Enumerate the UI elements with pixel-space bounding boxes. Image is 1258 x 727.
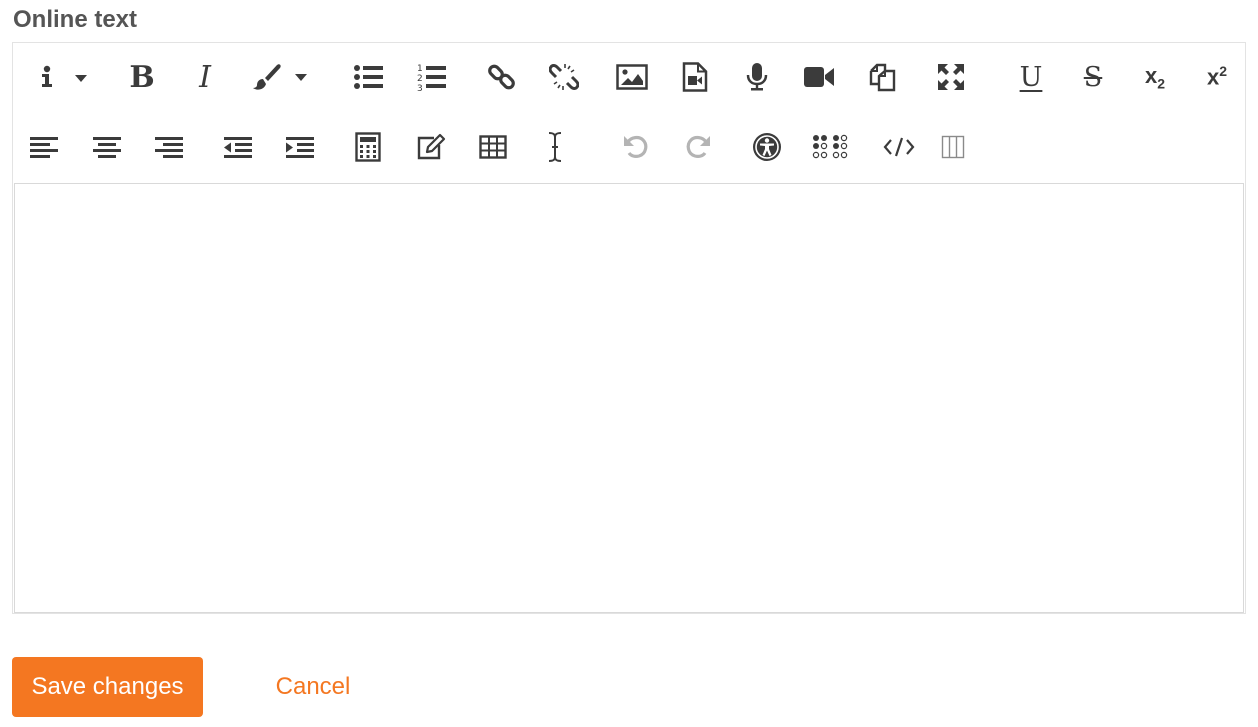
braille-icon xyxy=(812,134,848,159)
save-changes-button[interactable]: Save changes xyxy=(12,657,203,717)
unordered-list-button[interactable] xyxy=(347,55,391,99)
align-center-button[interactable] xyxy=(85,125,129,169)
video-camera-icon xyxy=(804,67,834,87)
font-color-dropdown-button[interactable] xyxy=(245,55,315,99)
align-left-button[interactable] xyxy=(22,125,66,169)
manage-files-button[interactable] xyxy=(409,125,453,169)
insert-image-button[interactable] xyxy=(610,55,654,99)
indent-icon xyxy=(286,137,314,158)
subscript-button[interactable]: x2 xyxy=(1133,55,1177,99)
outdent-icon xyxy=(224,137,252,158)
link-icon xyxy=(488,64,515,90)
expand-icon xyxy=(938,64,964,90)
accessibility-checker-button[interactable] xyxy=(745,125,789,169)
redo-icon xyxy=(686,135,710,158)
strikethrough-icon: S xyxy=(1083,61,1103,93)
equation-editor-button[interactable] xyxy=(346,125,390,169)
superscript-base: x xyxy=(1206,64,1220,90)
svg-text:3: 3 xyxy=(417,84,423,92)
subscript-icon: x2 xyxy=(1145,63,1165,91)
special-character-button[interactable] xyxy=(533,125,577,169)
screenreader-helper-button[interactable] xyxy=(808,125,852,169)
text-cursor-icon xyxy=(548,132,562,162)
calculator-icon xyxy=(355,132,381,162)
toggle-columns-button[interactable] xyxy=(931,125,975,169)
svg-text:1: 1 xyxy=(417,64,423,74)
strikethrough-button[interactable]: S xyxy=(1071,55,1115,99)
fullscreen-button[interactable] xyxy=(929,55,973,99)
cancel-button[interactable]: Cancel xyxy=(268,657,358,717)
underline-button[interactable]: U xyxy=(1009,55,1053,99)
align-right-button[interactable] xyxy=(147,125,191,169)
unlink-button[interactable] xyxy=(542,55,586,99)
italic-button[interactable]: I xyxy=(183,55,227,99)
redo-button[interactable] xyxy=(676,125,720,169)
field-label: Online text xyxy=(13,6,138,33)
code-icon xyxy=(883,137,915,157)
columns-icon xyxy=(941,135,965,159)
table-icon xyxy=(479,135,507,159)
superscript-icon: x2 xyxy=(1207,63,1227,90)
ordered-list-button[interactable]: 1 2 3 xyxy=(410,55,454,99)
numbered-list-icon: 1 2 3 xyxy=(417,64,446,92)
indent-button[interactable] xyxy=(278,125,322,169)
accessibility-icon xyxy=(753,133,781,161)
paintbrush-icon xyxy=(253,64,307,90)
superscript-index: 2 xyxy=(1219,63,1228,80)
info-icon xyxy=(42,65,87,87)
superscript-button[interactable]: x2 xyxy=(1195,55,1239,99)
table-button[interactable] xyxy=(471,125,515,169)
svg-text:2: 2 xyxy=(417,74,423,84)
outdent-button[interactable] xyxy=(216,125,260,169)
align-right-icon xyxy=(155,137,183,158)
image-icon xyxy=(616,64,648,90)
underline-icon: U xyxy=(1019,61,1043,93)
subscript-index: 2 xyxy=(1157,75,1166,92)
align-center-icon xyxy=(93,137,121,158)
bold-icon: B xyxy=(129,59,155,95)
undo-icon xyxy=(624,135,648,158)
media-file-icon xyxy=(682,62,708,92)
editor-content-area[interactable] xyxy=(14,183,1244,613)
link-button[interactable] xyxy=(480,55,524,99)
bullet-list-icon xyxy=(354,65,383,89)
subscript-base: x xyxy=(1144,62,1158,88)
record-video-button[interactable] xyxy=(797,55,841,99)
insert-media-button[interactable] xyxy=(673,55,717,99)
undo-button[interactable] xyxy=(614,125,658,169)
unlink-icon xyxy=(549,64,579,90)
html-source-button[interactable] xyxy=(877,125,921,169)
text-editor: B I 1 2 3 U S x2 x2 xyxy=(12,42,1246,614)
microphone-icon xyxy=(746,63,768,91)
edit-icon xyxy=(417,133,446,160)
align-left-icon xyxy=(30,137,58,158)
italic-icon: I xyxy=(199,59,211,95)
copy-icon xyxy=(869,63,896,92)
paste-special-button[interactable] xyxy=(860,55,904,99)
record-audio-button[interactable] xyxy=(735,55,779,99)
bold-button[interactable]: B xyxy=(120,55,164,99)
info-dropdown-button[interactable] xyxy=(33,55,97,99)
editor-toolbar: B I 1 2 3 U S x2 x2 xyxy=(13,43,1245,183)
